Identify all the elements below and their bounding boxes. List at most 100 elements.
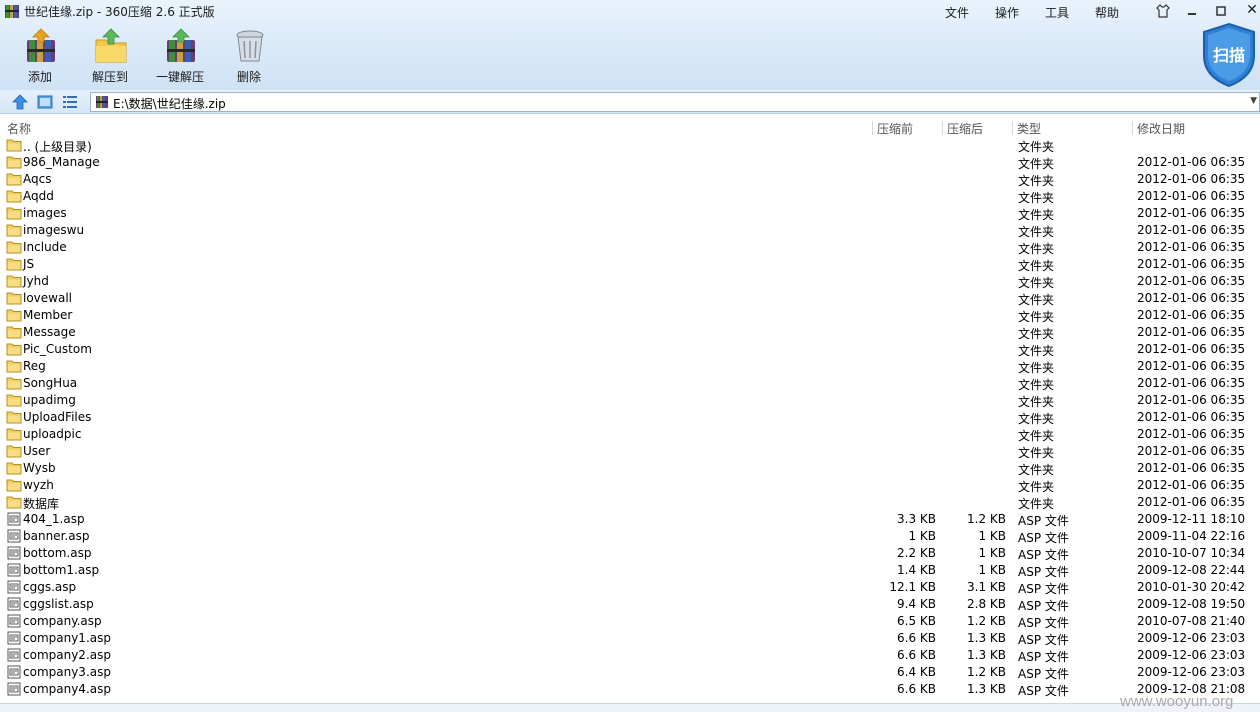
row-type: ASP 文件: [1018, 650, 1069, 664]
maximize-icon[interactable]: [1211, 1, 1231, 21]
table-row[interactable]: bottom1.asp 1.4 KB 1 KB ASP 文件 2009-12-08 22…: [0, 562, 1260, 579]
table-row[interactable]: Member 文件夹 2012-01-06 06:35: [0, 307, 1260, 324]
column-divider[interactable]: [942, 121, 943, 135]
extract-to-button[interactable]: 解压到: [75, 28, 145, 86]
column-divider[interactable]: [872, 121, 873, 135]
row-compressed-size: 1.3 KB: [967, 648, 1006, 662]
asp-file-icon: [6, 631, 22, 645]
row-date: 2012-01-06 06:35: [1137, 444, 1246, 458]
table-row[interactable]: Pic_Custom 文件夹 2012-01-06 06:35: [0, 341, 1260, 358]
row-date: 2012-01-06 06:35: [1137, 478, 1246, 492]
row-compressed-size: 1 KB: [978, 529, 1006, 543]
add-button[interactable]: 添加: [5, 28, 75, 86]
menu-tools[interactable]: 工具: [1045, 4, 1069, 21]
row-type: 文件夹: [1018, 429, 1055, 443]
table-row[interactable]: JS 文件夹 2012-01-06 06:35: [0, 256, 1260, 273]
row-original-size: 6.5 KB: [897, 614, 936, 628]
table-row[interactable]: Reg 文件夹 2012-01-06 06:35: [0, 358, 1260, 375]
column-type[interactable]: 类型: [1017, 120, 1041, 137]
chevron-down-icon[interactable]: ▼: [1250, 96, 1257, 106]
folder-icon: [6, 291, 22, 305]
file-list[interactable]: .. (上级目录) 文件夹 986_Manage 文件夹 2012-01-06 06:3…: [0, 137, 1260, 703]
row-type: 文件夹: [1018, 293, 1055, 307]
row-type: 文件夹: [1018, 174, 1055, 188]
table-row[interactable]: company.asp 6.5 KB 1.2 KB ASP 文件 2010-07-08 …: [0, 613, 1260, 630]
table-row[interactable]: images 文件夹 2012-01-06 06:35: [0, 205, 1260, 222]
table-row[interactable]: wyzh 文件夹 2012-01-06 06:35: [0, 477, 1260, 494]
table-row[interactable]: uploadpic 文件夹 2012-01-06 06:35: [0, 426, 1260, 443]
one-click-extract-icon: [167, 28, 195, 62]
table-row[interactable]: bottom.asp 2.2 KB 1 KB ASP 文件 2010-10-07 10:…: [0, 545, 1260, 562]
row-compressed-size: 1.3 KB: [967, 631, 1006, 645]
table-row[interactable]: company3.asp 6.4 KB 1.2 KB ASP 文件 2009-12-06…: [0, 664, 1260, 681]
asp-file-icon: [6, 614, 22, 628]
folder-icon: [6, 410, 22, 424]
row-original-size: 6.6 KB: [897, 682, 936, 696]
column-divider[interactable]: [1012, 121, 1013, 135]
row-name: company4.asp: [23, 682, 111, 696]
asp-file-icon: [6, 512, 22, 526]
row-date: 2012-01-06 06:35: [1137, 393, 1246, 407]
column-divider[interactable]: [1132, 121, 1133, 135]
asp-file-icon: [6, 648, 22, 662]
table-row[interactable]: Message 文件夹 2012-01-06 06:35: [0, 324, 1260, 341]
menu-help[interactable]: 帮助: [1095, 4, 1119, 21]
row-name: Member: [23, 308, 73, 322]
scan-button[interactable]: 扫描: [1200, 22, 1258, 88]
column-original-size[interactable]: 压缩前: [877, 120, 913, 137]
row-name: Aqcs: [23, 172, 52, 186]
table-row[interactable]: Jyhd 文件夹 2012-01-06 06:35: [0, 273, 1260, 290]
row-original-size: 1 KB: [908, 529, 936, 543]
up-arrow-icon[interactable]: [11, 93, 29, 111]
row-name: SongHua: [23, 376, 78, 390]
thumbnail-view-icon[interactable]: [36, 93, 54, 111]
table-row[interactable]: company2.asp 6.6 KB 1.3 KB ASP 文件 2009-12-06…: [0, 647, 1260, 664]
column-modified[interactable]: 修改日期: [1137, 120, 1185, 137]
table-row[interactable]: Aqdd 文件夹 2012-01-06 06:35: [0, 188, 1260, 205]
skin-icon[interactable]: [1153, 1, 1173, 21]
row-type: 文件夹: [1018, 480, 1055, 494]
minimize-icon[interactable]: [1182, 1, 1202, 21]
table-row[interactable]: Wysb 文件夹 2012-01-06 06:35: [0, 460, 1260, 477]
menu-operate[interactable]: 操作: [995, 4, 1019, 21]
table-row[interactable]: company1.asp 6.6 KB 1.3 KB ASP 文件 2009-12-06…: [0, 630, 1260, 647]
address-input[interactable]: E:\数据\世纪佳缘.zip ▼: [90, 92, 1260, 112]
table-row[interactable]: imageswu 文件夹 2012-01-06 06:35: [0, 222, 1260, 239]
column-compressed-size[interactable]: 压缩后: [947, 120, 983, 137]
table-row[interactable]: SongHua 文件夹 2012-01-06 06:35: [0, 375, 1260, 392]
table-row[interactable]: UploadFiles 文件夹 2012-01-06 06:35: [0, 409, 1260, 426]
row-name: imageswu: [23, 223, 85, 237]
title-bar: 世纪佳缘.zip - 360压缩 2.6 正式版 文件 操作 工具 帮助 ✕: [0, 0, 1260, 22]
delete-button[interactable]: 删除: [214, 28, 284, 86]
folder-icon: [6, 444, 22, 458]
close-icon[interactable]: ✕: [1244, 0, 1260, 20]
table-row[interactable]: 数据库 文件夹 2012-01-06 06:35: [0, 494, 1260, 511]
list-view-icon[interactable]: [61, 93, 79, 111]
table-row[interactable]: .. (上级目录) 文件夹: [0, 137, 1260, 154]
table-row[interactable]: User 文件夹 2012-01-06 06:35: [0, 443, 1260, 460]
table-row[interactable]: lovewall 文件夹 2012-01-06 06:35: [0, 290, 1260, 307]
row-date: 2012-01-06 06:35: [1137, 325, 1246, 339]
menu-file[interactable]: 文件: [945, 4, 969, 21]
table-row[interactable]: company4.asp 6.6 KB 1.3 KB ASP 文件 2009-12-08…: [0, 681, 1260, 698]
table-row[interactable]: Aqcs 文件夹 2012-01-06 06:35: [0, 171, 1260, 188]
row-type: 文件夹: [1018, 191, 1055, 205]
row-name: bottom.asp: [23, 546, 92, 560]
row-type: ASP 文件: [1018, 616, 1069, 630]
one-click-extract-button[interactable]: 一键解压: [145, 28, 215, 86]
table-row[interactable]: upadimg 文件夹 2012-01-06 06:35: [0, 392, 1260, 409]
table-row[interactable]: cggslist.asp 9.4 KB 2.8 KB ASP 文件 2009-12-08…: [0, 596, 1260, 613]
table-row[interactable]: 986_Manage 文件夹 2012-01-06 06:35: [0, 154, 1260, 171]
table-row[interactable]: 404_1.asp 3.3 KB 1.2 KB ASP 文件 2009-12-11 18…: [0, 511, 1260, 528]
folder-icon: [6, 495, 22, 509]
row-name: images: [23, 206, 67, 220]
row-date: 2012-01-06 06:35: [1137, 359, 1246, 373]
table-row[interactable]: cggs.asp 12.1 KB 3.1 KB ASP 文件 2010-01-30 20…: [0, 579, 1260, 596]
table-row[interactable]: banner.asp 1 KB 1 KB ASP 文件 2009-11-04 22:16: [0, 528, 1260, 545]
column-name[interactable]: 名称: [7, 120, 31, 137]
row-type: 文件夹: [1018, 344, 1055, 358]
table-row[interactable]: Include 文件夹 2012-01-06 06:35: [0, 239, 1260, 256]
row-compressed-size: 1 KB: [978, 563, 1006, 577]
row-date: 2010-07-08 21:40: [1137, 614, 1246, 628]
row-name: cggslist.asp: [23, 597, 94, 611]
